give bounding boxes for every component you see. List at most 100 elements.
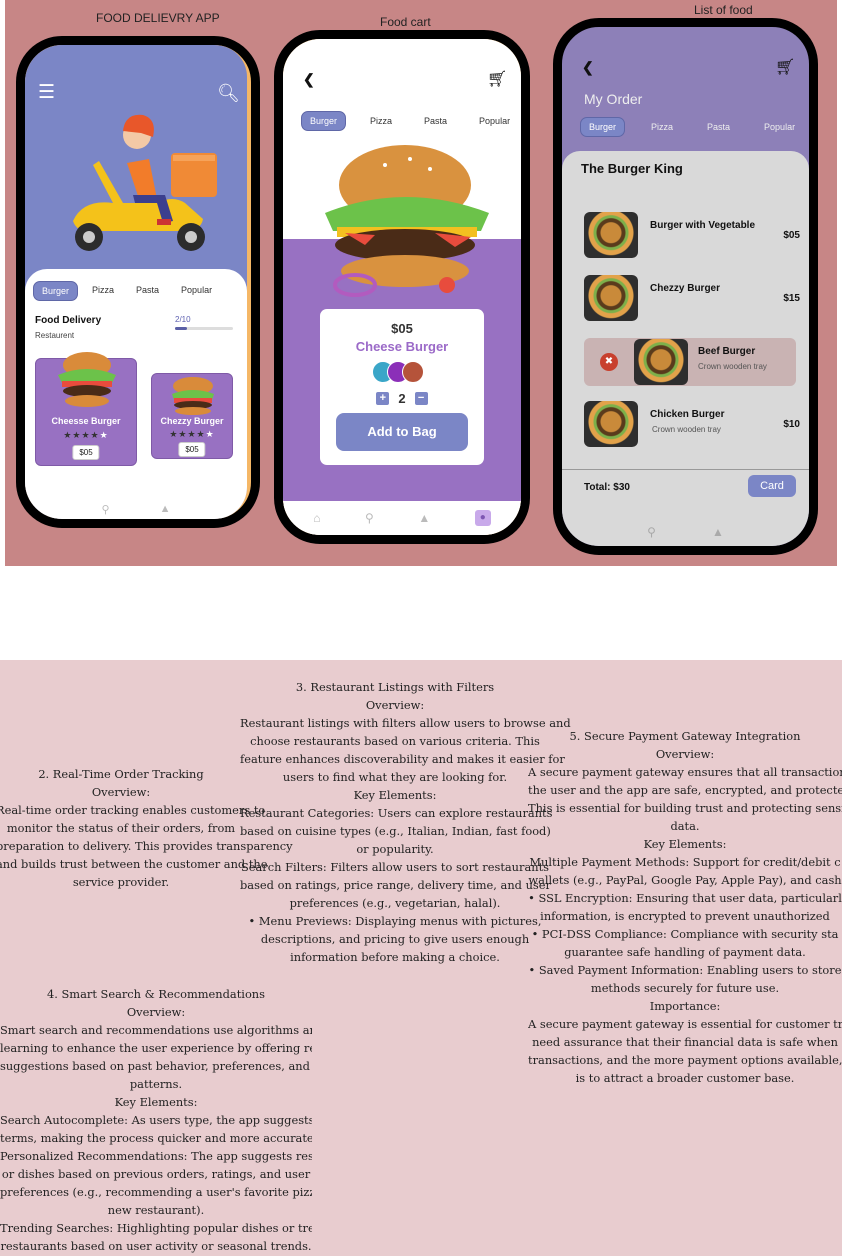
rating-stars: ★★★★★ xyxy=(169,429,215,439)
heading: 2. Real-Time Order Tracking xyxy=(38,767,204,781)
caption-list: List of food xyxy=(694,3,753,17)
section-smart-search: 4. Smart Search & Recommendations Overvi… xyxy=(0,985,312,1255)
tab-pizza[interactable]: Pizza xyxy=(362,112,400,130)
cart-icon[interactable]: 🛒︎ xyxy=(487,69,507,89)
body-line: Multiple Payment Methods: Support for cr… xyxy=(529,855,841,869)
burger-hero-image xyxy=(325,145,489,297)
body-line: Smart search and recommendations use alg… xyxy=(0,1023,312,1037)
body-line: users to find what they are looking for. xyxy=(282,770,508,784)
item-name: Chicken Burger xyxy=(650,409,725,420)
bell-icon[interactable]: ▲ xyxy=(418,511,430,525)
home-card: Burger Pizza Pasta Popular Food Delivery… xyxy=(25,269,247,519)
progress-bar xyxy=(175,327,233,330)
section-secure-payment: 5. Secure Payment Gateway Integration Ov… xyxy=(528,727,842,1087)
add-to-bag-button[interactable]: Add to Bag xyxy=(336,413,468,451)
body-line: Restaurant Categories: Users can explore… xyxy=(240,806,553,820)
body-line: patterns. xyxy=(129,1077,183,1091)
tab-burger[interactable]: Burger xyxy=(580,117,626,137)
item-name: Chezzy Burger xyxy=(650,283,721,294)
quantity-stepper: + 2 − xyxy=(320,391,484,406)
item-price: $15 xyxy=(783,293,800,304)
tab-popular[interactable]: Popular xyxy=(471,112,518,130)
subheading: Overview: xyxy=(126,1005,186,1019)
list-item[interactable]: Burger with Vegetable $05 xyxy=(584,212,800,260)
home-icon[interactable]: ⌂ xyxy=(313,511,320,525)
quantity-value: 2 xyxy=(398,391,406,406)
minus-icon[interactable]: − xyxy=(414,392,428,405)
tab-burger[interactable]: Burger xyxy=(301,111,347,131)
item-price: $05 xyxy=(783,230,800,241)
back-icon[interactable]: ❮ xyxy=(303,71,315,88)
body-line: new restaurant). xyxy=(107,1203,205,1217)
category-tabs: Burger Pizza Pasta Popular xyxy=(301,111,518,131)
body-line: wallets (e.g., PayPal, Google Pay, Apple… xyxy=(528,873,842,887)
tab-pasta[interactable]: Pasta xyxy=(128,281,167,301)
tab-pizza[interactable]: Pizza xyxy=(643,118,681,136)
food-image xyxy=(584,401,638,447)
section-title: Food Delivery xyxy=(35,315,102,326)
menu-icon[interactable]: ☰ xyxy=(38,83,55,102)
bell-icon[interactable]: ▲ xyxy=(160,503,171,516)
phone-cart: ❮ 🛒︎ Burger Pizza Pasta Popular $05 Chee… xyxy=(274,30,530,544)
back-icon[interactable]: ❮ xyxy=(582,59,594,76)
home-screen: ☰ 🔍︎ Burger Pizza Pasta Popular Food Del… xyxy=(25,45,247,519)
list-item[interactable]: Chezzy Burger $15 xyxy=(584,275,800,323)
tab-popular[interactable]: Popular xyxy=(173,281,220,301)
item-subtitle: Crown wooden tray xyxy=(698,362,767,371)
cart-icon[interactable]: 🛒︎ xyxy=(775,57,795,77)
search-icon[interactable]: ⚲ xyxy=(102,503,110,516)
card-button[interactable]: Card xyxy=(748,475,796,497)
search-icon[interactable]: ⚲ xyxy=(365,511,374,525)
food-price: $05 xyxy=(178,442,206,457)
subheading: Key Elements: xyxy=(353,788,437,802)
body-line: Search Filters: Filters allow users to s… xyxy=(240,860,550,874)
food-card[interactable]: Cheesse Burger ★★★★★ $05 xyxy=(35,352,137,466)
order-list: The Burger King Burger with Vegetable $0… xyxy=(562,151,809,546)
tab-pasta[interactable]: Pasta xyxy=(699,118,738,136)
category-tabs: Burger Pizza Pasta Popular xyxy=(580,117,803,137)
body-line: data. xyxy=(670,819,700,833)
plus-icon[interactable]: + xyxy=(376,392,390,405)
food-image xyxy=(584,212,638,258)
body-line: • Saved Payment Information: Enabling us… xyxy=(528,963,842,977)
tab-burger[interactable]: Burger xyxy=(33,281,79,301)
search-icon[interactable]: 🔍︎ xyxy=(217,83,240,104)
food-name: Chezzy Burger xyxy=(160,416,224,426)
search-icon[interactable]: ⚲ xyxy=(647,525,656,539)
tab-pasta[interactable]: Pasta xyxy=(416,112,455,130)
body-line: guarantee safe handling of payment data. xyxy=(564,945,806,959)
body-line: and builds trust between the customer an… xyxy=(0,857,268,871)
burger-image xyxy=(58,352,116,407)
phone-home: ☰ 🔍︎ Burger Pizza Pasta Popular Food Del… xyxy=(16,36,260,528)
body-line: based on cuisine types (e.g., Italian, I… xyxy=(240,824,551,838)
body-line: • SSL Encryption: Ensuring that user dat… xyxy=(528,891,842,905)
tab-pizza[interactable]: Pizza xyxy=(84,281,122,301)
trash-icon[interactable]: ✖ xyxy=(600,353,618,371)
section-subtitle: Restaurent xyxy=(35,331,75,340)
product-card: $05 Cheese Burger + 2 − Add to Bag xyxy=(320,309,484,465)
phone-orders: ❮ 🛒︎ My Order Burger Pizza Pasta Popular… xyxy=(553,18,818,555)
body-line: suggestions based on past behavior, pref… xyxy=(0,1059,312,1073)
item-name: Burger with Vegetable xyxy=(650,220,756,231)
tab-popular[interactable]: Popular xyxy=(756,118,803,136)
heading: 3. Restaurant Listings with Filters xyxy=(295,680,495,694)
subheading: Overview: xyxy=(91,785,151,799)
food-image xyxy=(634,339,688,385)
body-line: A secure payment gateway ensures that al… xyxy=(528,765,842,779)
subheading: Key Elements: xyxy=(643,837,727,851)
body-line: is to attract a broader customer base. xyxy=(575,1071,795,1085)
body-line: need assurance that their financial data… xyxy=(532,1035,838,1049)
body-line: learning to enhance the user experience … xyxy=(0,1041,312,1055)
user-icon[interactable]: ● xyxy=(474,510,491,526)
bell-icon[interactable]: ▲ xyxy=(712,525,724,539)
food-card[interactable]: Chezzy Burger ★★★★★ $05 xyxy=(151,373,233,459)
body-line: methods securely for future use. xyxy=(590,981,780,995)
body-line: Search Autocomplete: As users type, the … xyxy=(0,1113,312,1127)
list-item-swiped[interactable]: ✖ Beef Burger Crown wooden tray xyxy=(584,338,796,386)
food-image xyxy=(584,275,638,321)
body-line: monitor the status of their orders, from xyxy=(6,821,236,835)
body-line: preferences (e.g., recommending a user's… xyxy=(0,1185,312,1199)
subheading: Overview: xyxy=(655,747,715,761)
list-item[interactable]: Chicken Burger Crown wooden tray $10 xyxy=(584,401,800,449)
subheading: Overview: xyxy=(365,698,425,712)
